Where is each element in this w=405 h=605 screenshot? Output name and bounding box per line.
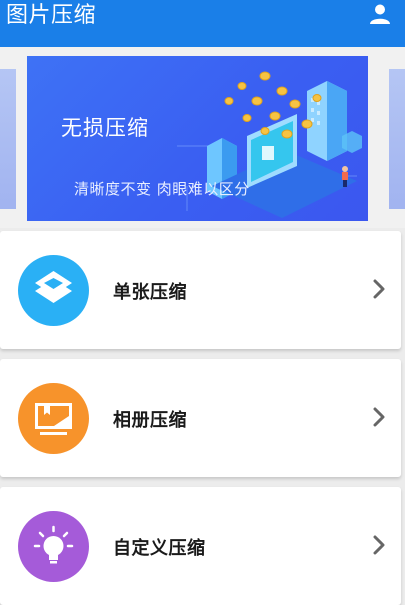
banner-carousel[interactable]: 无损压缩 清晰度不变 肉眼难以区分 bbox=[0, 47, 405, 228]
banner-prev-slide[interactable] bbox=[0, 69, 16, 209]
chevron-right-icon bbox=[373, 407, 385, 427]
menu-item-label: 相册压缩 bbox=[113, 410, 187, 431]
menu-item-album-compress[interactable]: 相册压缩 bbox=[0, 359, 401, 477]
chevron-right-icon bbox=[373, 535, 385, 555]
lightbulb-icon bbox=[18, 511, 89, 582]
app-title: 图片压缩 bbox=[6, 3, 97, 28]
user-icon[interactable] bbox=[369, 3, 391, 25]
layers-icon bbox=[18, 255, 89, 326]
menu-item-label: 自定义压缩 bbox=[113, 538, 206, 559]
app-bar: 图片压缩 bbox=[0, 0, 405, 47]
menu-item-label: 单张压缩 bbox=[113, 282, 187, 303]
banner-title: 无损压缩 bbox=[61, 116, 149, 140]
banner-slide[interactable]: 无损压缩 清晰度不变 肉眼难以区分 bbox=[27, 56, 368, 221]
menu-item-single-compress[interactable]: 单张压缩 bbox=[0, 231, 401, 349]
menu-item-custom-compress[interactable]: 自定义压缩 bbox=[0, 487, 401, 605]
picture-monitor-icon bbox=[18, 383, 89, 454]
chevron-right-icon bbox=[373, 279, 385, 299]
banner-subtitle: 清晰度不变 肉眼难以区分 bbox=[74, 180, 250, 198]
banner-next-slide[interactable] bbox=[389, 69, 405, 209]
